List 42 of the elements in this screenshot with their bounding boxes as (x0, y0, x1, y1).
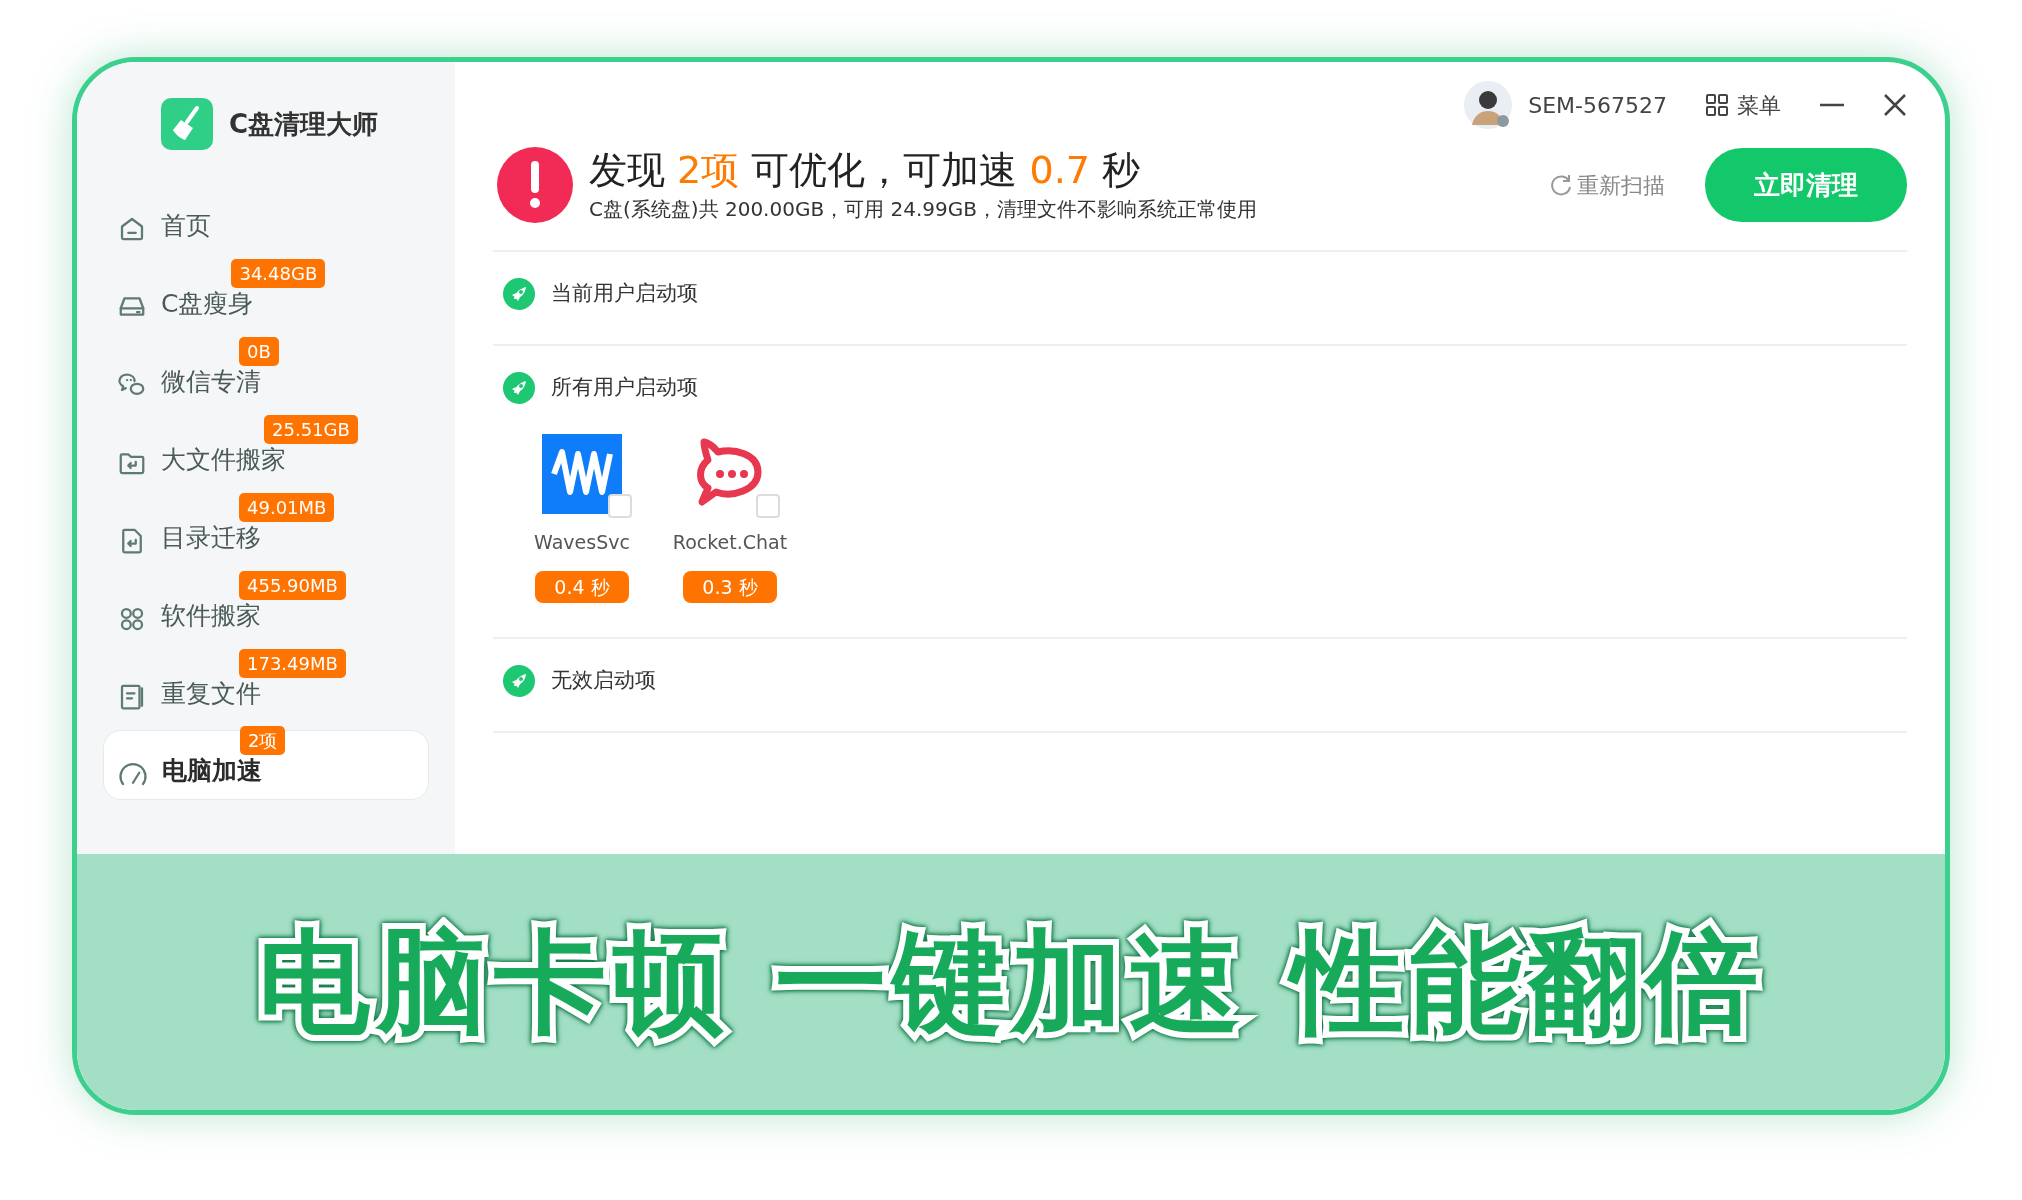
wave-app-icon (542, 434, 622, 514)
sidebar-label: C盘瘦身 (161, 288, 254, 318)
section-title: 当前用户启动项 (551, 280, 698, 308)
sidebar-label: 重复文件 (161, 678, 261, 708)
app-name: C盘清理大师 (229, 107, 379, 141)
broom-logo-icon (161, 98, 213, 150)
sidebar-label: 微信专清 (161, 366, 261, 396)
disk-summary: C盘(系统盘)共 200.00GB，可用 24.99GB，清理文件不影响系统正常使用 (589, 196, 1258, 223)
user-id: SEM-567527 (1528, 91, 1667, 120)
sidebar-label: 软件搬家 (161, 600, 261, 630)
time-badge: 0.3 秒 (683, 570, 777, 603)
avatar-icon (1464, 81, 1513, 129)
grid-icon (1705, 93, 1729, 117)
sidebar-item[interactable]: 首页 (103, 184, 429, 254)
count-badge: 34.48GB (231, 258, 326, 288)
section-title: 所有用户启动项 (551, 374, 698, 402)
count-badge: 2项 (240, 725, 286, 755)
app-checkbox[interactable] (756, 494, 780, 518)
app-name: Rocket.Chat (672, 530, 788, 555)
sidebar-label: 电脑加速 (162, 755, 262, 785)
refresh-icon (1549, 173, 1573, 197)
sidebar-label: 大文件搬家 (161, 444, 286, 474)
sidebar-label: 目录迁移 (161, 522, 261, 552)
menu-button[interactable]: 菜单 (1705, 88, 1781, 122)
rocket-icon (503, 278, 535, 310)
app-checkbox[interactable] (608, 494, 632, 518)
section-title: 无效启动项 (551, 667, 656, 695)
warning-icon (497, 147, 573, 223)
rocket-icon (503, 665, 535, 697)
slogan: 电脑卡顿 一键加速 性能翻倍 (258, 916, 1764, 1049)
count-badge: 455.90MB (239, 570, 346, 600)
app-name: WavesSvc (534, 530, 630, 555)
count-badge: 173.49MB (239, 648, 346, 678)
count-badge: 0B (239, 336, 279, 366)
rescan-button[interactable]: 重新扫描 (1549, 168, 1665, 202)
count-badge: 49.01MB (239, 492, 335, 522)
time-badge: 0.4 秒 (535, 570, 629, 603)
count-badge: 25.51GB (264, 414, 358, 444)
rocket-icon (503, 372, 535, 404)
sidebar-label: 首页 (161, 210, 211, 240)
summary-title: 发现 2项 可优化，可加速 0.7 秒 (589, 147, 1141, 194)
close-icon[interactable] (1883, 93, 1907, 117)
